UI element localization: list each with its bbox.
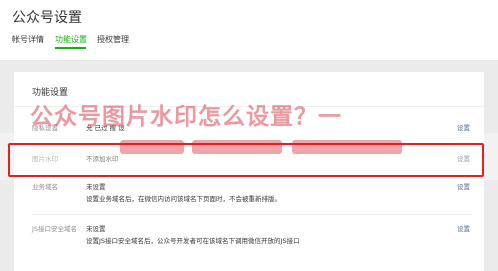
header-divider (0, 60, 498, 61)
panel-title: 功能设置 (32, 88, 69, 98)
tab-authorization-management[interactable]: 授权管理 (97, 34, 129, 45)
business-domain-settings-link[interactable]: 设置 (457, 181, 470, 191)
row-value: 未设置 (86, 183, 106, 191)
row-label: 隐私设置 (32, 124, 58, 132)
row-value: 未设置 (86, 225, 106, 233)
tab-account-details[interactable]: 帐号详情 (12, 34, 44, 45)
row-value: 允 已过 搜 设 (86, 124, 125, 132)
row-detail: 设置业务域名后，在微信内访问该域名下页面时，不会被重新排版。 (86, 195, 281, 203)
active-tab-indicator (55, 47, 86, 49)
watermark-row-highlight (8, 143, 484, 177)
page-title: 公众号设置 (12, 10, 82, 26)
privacy-settings-link[interactable]: 设置 (457, 122, 470, 132)
row-detail: 设置JS接口安全域名后，公众号开发者可在该域名下调用微信开放的JS接口 (86, 237, 300, 245)
panel-header-divider (14, 106, 484, 107)
row-divider (32, 214, 472, 215)
row-label: JS接口安全域名 (32, 225, 78, 233)
row-label: 业务域名 (32, 183, 58, 191)
js-domain-settings-link[interactable]: 设置 (457, 223, 470, 233)
page-header: 公众号设置 帐号详情 功能设置 授权管理 (0, 0, 498, 61)
tab-function-settings[interactable]: 功能设置 (55, 34, 87, 45)
